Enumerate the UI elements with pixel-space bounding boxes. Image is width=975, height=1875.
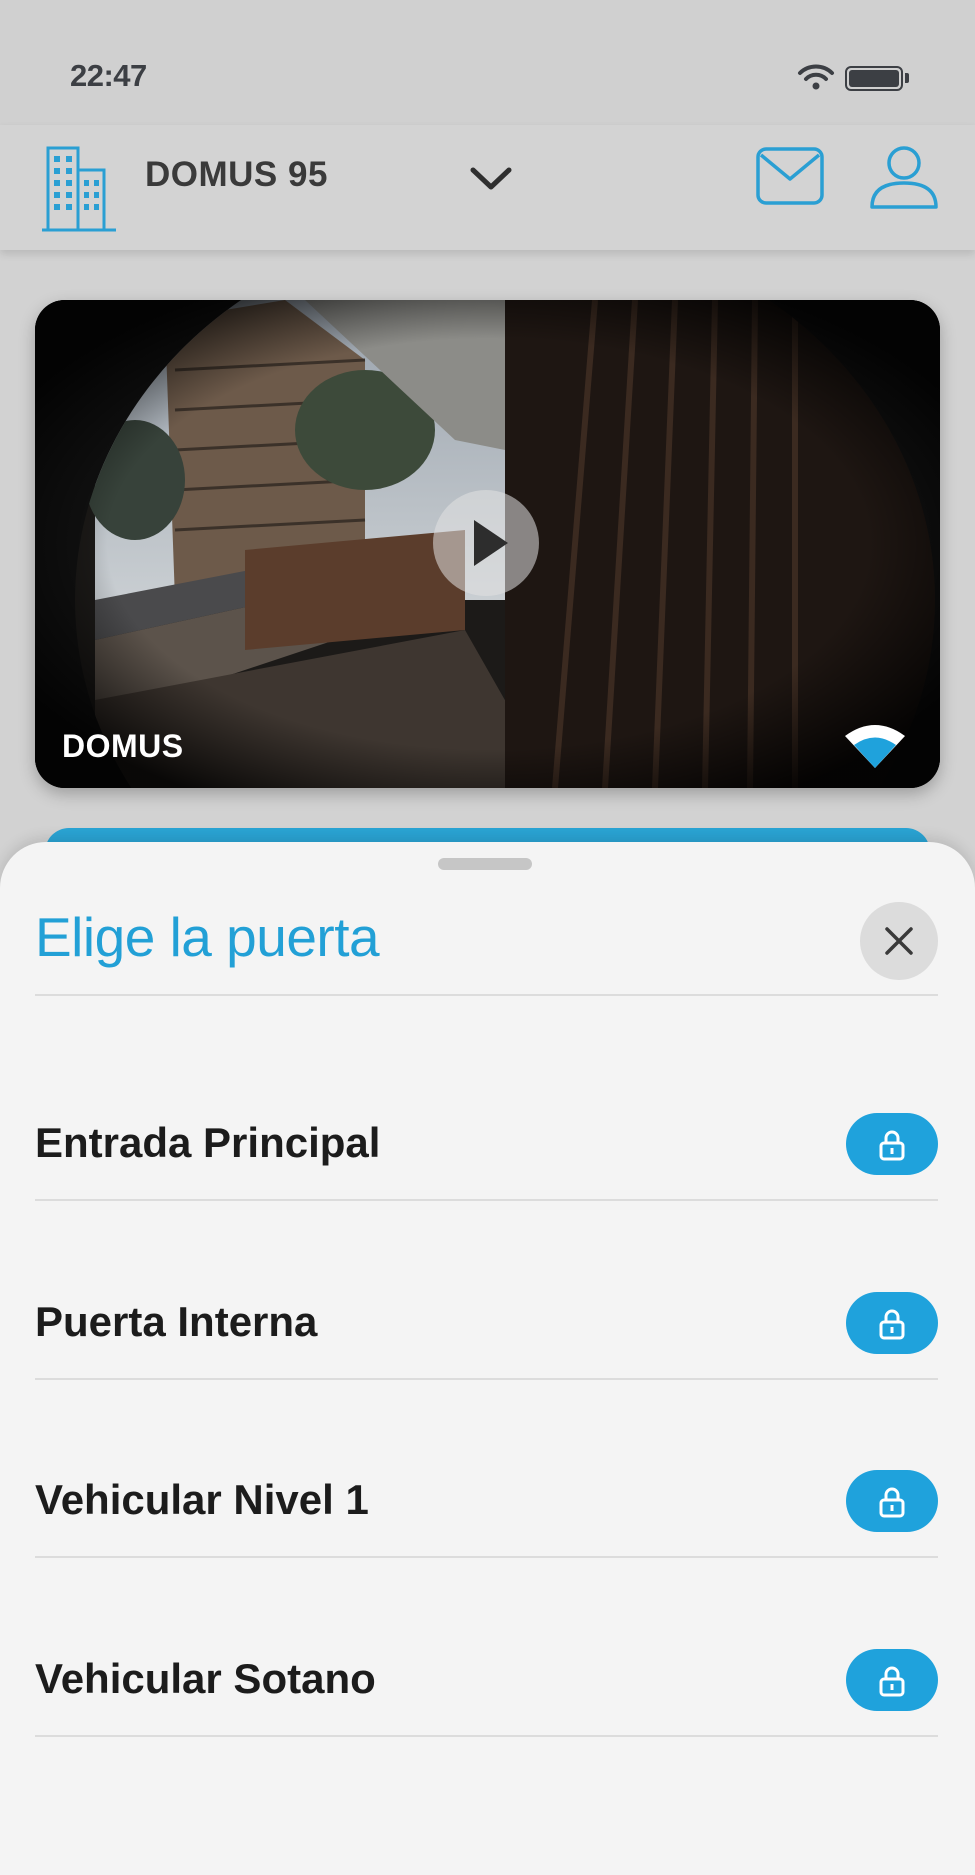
building-icon[interactable]	[40, 140, 118, 235]
unlock-button[interactable]	[846, 1113, 938, 1175]
door-row-vehicular-sotano[interactable]: Vehicular Sotano	[0, 1613, 975, 1793]
unlock-button[interactable]	[846, 1470, 938, 1532]
sheet-title: Elige la puerta	[35, 906, 380, 968]
app-header: DOMUS 95	[0, 125, 975, 250]
play-button[interactable]	[433, 490, 539, 596]
door-name: Puerta Interna	[35, 1298, 318, 1345]
building-name[interactable]: DOMUS 95	[145, 155, 328, 195]
lock-icon	[879, 1666, 905, 1697]
lock-icon	[879, 1130, 905, 1161]
close-icon	[885, 927, 913, 955]
door-row-vehicular-nivel-1[interactable]: Vehicular Nivel 1	[0, 1434, 975, 1614]
divider	[35, 994, 938, 996]
door-name: Vehicular Sotano	[35, 1655, 376, 1702]
battery-icon	[845, 66, 903, 91]
chevron-down-icon[interactable]	[468, 163, 514, 193]
close-button[interactable]	[860, 902, 938, 980]
door-row-puerta-interna[interactable]: Puerta Interna	[0, 1256, 975, 1436]
divider	[35, 1556, 938, 1558]
door-row-entrada-principal[interactable]: Entrada Principal	[0, 1077, 975, 1257]
status-time: 22:47	[70, 58, 147, 93]
lock-icon	[879, 1309, 905, 1340]
status-bar: 22:47	[0, 0, 975, 125]
camera-label: DOMUS	[62, 728, 184, 764]
door-name: Vehicular Nivel 1	[35, 1476, 369, 1523]
door-selection-sheet: Elige la puerta Entrada Principal Puerta…	[0, 842, 975, 1875]
divider	[35, 1735, 938, 1737]
door-name: Entrada Principal	[35, 1119, 381, 1166]
user-icon[interactable]	[868, 143, 940, 213]
mail-icon[interactable]	[755, 145, 825, 207]
lock-icon	[879, 1487, 905, 1518]
divider	[35, 1199, 938, 1201]
wifi-icon	[798, 64, 834, 90]
play-icon	[474, 520, 508, 566]
sheet-grabber[interactable]	[438, 858, 532, 870]
unlock-button[interactable]	[846, 1292, 938, 1354]
camera-preview[interactable]: DOMUS	[35, 300, 940, 788]
battery-tip	[905, 73, 909, 83]
divider	[35, 1378, 938, 1380]
unlock-button[interactable]	[846, 1649, 938, 1711]
signal-icon	[845, 725, 905, 768]
